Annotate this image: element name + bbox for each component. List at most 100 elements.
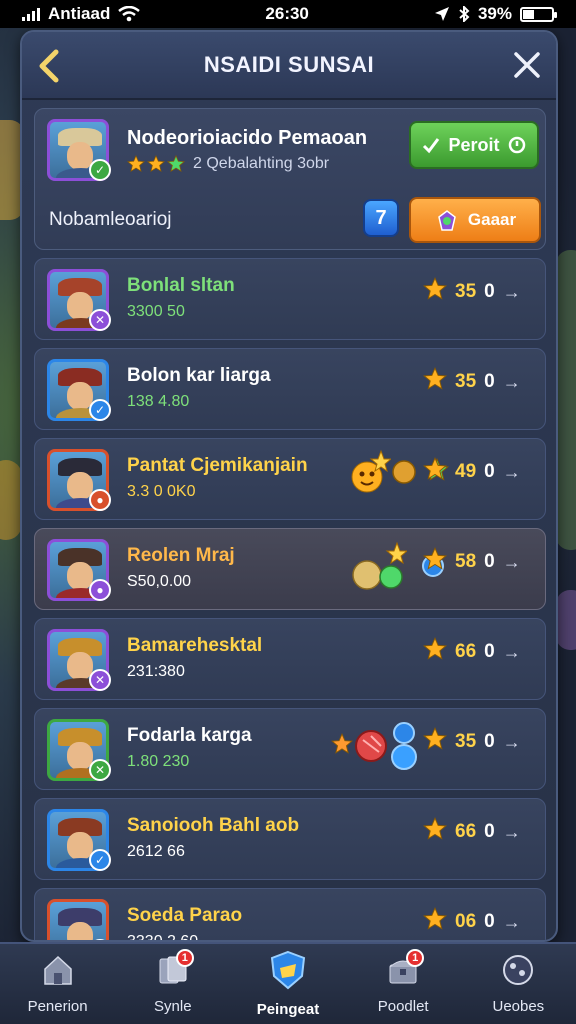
score-value: 35	[455, 731, 477, 752]
score-zero: 0	[484, 911, 495, 932]
player-name: Bolon kar liarga	[127, 365, 271, 386]
nav-label: Synle	[154, 998, 192, 1015]
orange-star-icon	[330, 732, 354, 760]
nav-item-synle[interactable]: 1 Synle	[118, 949, 228, 1015]
arrow-right-icon[interactable]: →	[503, 462, 521, 483]
score-zero: 0	[484, 731, 495, 752]
coin-icon	[392, 460, 416, 484]
clock: 26:30	[265, 4, 309, 23]
arrow-right-icon[interactable]: →	[503, 552, 521, 573]
player-stats: 3330 2.60	[127, 933, 199, 942]
player-stats: 1.80 230	[127, 753, 190, 770]
player-badge-icon: ✕	[89, 309, 111, 331]
star-icon	[422, 726, 448, 757]
leaderboard-row[interactable]: ✕ Bamarehesktal 231:380 66 0 →	[34, 618, 546, 700]
leaderboard-row[interactable]: ✕ Fodarla karga 1.80 230 35 0 →	[34, 708, 546, 790]
player-avatar	[47, 899, 109, 940]
background-coin-left	[0, 460, 22, 540]
leaderboard-row[interactable]: ✓ Bolon kar liarga 138 4.80 35 0 →	[34, 348, 546, 430]
nav-item-penerion[interactable]: Penerion	[3, 953, 113, 1015]
player-badge-icon: ✓	[89, 399, 111, 421]
arrow-right-icon[interactable]: →	[503, 912, 521, 933]
signal-icon	[22, 7, 40, 21]
score-value: 49	[455, 461, 477, 482]
player-score: 06 0 →	[422, 906, 521, 937]
score-zero: 0	[484, 281, 495, 302]
nav-label: Ueobes	[492, 998, 545, 1015]
wifi-icon	[118, 6, 141, 22]
nav-label: Penerion	[27, 998, 88, 1015]
score-zero: 0	[484, 461, 495, 482]
score-value: 66	[455, 641, 477, 662]
profile-card: ✓ Nodeorioiacido Pemaoan 2 Qebalahting 3…	[34, 108, 546, 250]
coin-stack-icon	[352, 541, 407, 590]
player-stats: 138 4.80	[127, 393, 190, 410]
profile-section-label: Nobamleoarioj	[49, 209, 172, 230]
leaderboard-row[interactable]: ✓ Sanoiooh Bahl aob 2612 66 66 0 →	[34, 798, 546, 880]
player-stats: 3300 50	[127, 303, 185, 320]
bottom-navigation: Penerion 1 Synle Peingeat 1 Poodlet Ueobes	[0, 942, 576, 1024]
player-stats: 231:380	[127, 663, 185, 680]
player-stats: 2612 66	[127, 843, 185, 860]
item-rewards	[330, 721, 419, 771]
close-button[interactable]	[512, 50, 542, 80]
timer-icon	[508, 136, 525, 154]
nav-item-ueobes[interactable]: Ueobes	[463, 953, 573, 1015]
number-button-label: 7	[375, 206, 387, 229]
player-badge-icon: ✕	[89, 759, 111, 781]
star-icon	[422, 456, 448, 487]
sapphire-icon	[391, 722, 417, 770]
nav-item-peingeat[interactable]: Peingeat	[233, 950, 343, 1018]
globe-icon	[501, 953, 535, 992]
secondary-action-label: Gaaar	[467, 210, 517, 229]
player-score: 35 0 →	[422, 726, 521, 757]
nav-item-poodlet[interactable]: 1 Poodlet	[348, 949, 458, 1015]
carrier-name: Antiaad	[48, 4, 111, 23]
leaderboard-row[interactable]: ● Pantat Cjemikanjain 3.3 0 0K0 49 0 →	[34, 438, 546, 520]
player-badge-icon: ✕	[89, 669, 111, 691]
battery-percent: 39%	[477, 4, 512, 23]
player-score: 66 0 →	[422, 636, 521, 667]
player-badge-icon: ✓	[89, 849, 111, 871]
primary-action-button[interactable]: Peroit	[409, 121, 539, 169]
back-button[interactable]	[34, 48, 66, 84]
notification-badge: 1	[175, 949, 194, 967]
shield-icon	[268, 950, 308, 995]
player-score: 66 0 →	[422, 816, 521, 847]
leaderboard-row[interactable]: ●Soeda Parao3330 2.60060→	[34, 888, 546, 942]
score-value: 35	[455, 371, 477, 392]
arrow-right-icon[interactable]: →	[503, 822, 521, 843]
number-button[interactable]: 7	[363, 199, 399, 237]
emoji-icon	[351, 449, 391, 493]
score-zero: 0	[484, 551, 495, 572]
background-panel-right	[556, 250, 576, 550]
leaderboard-row[interactable]: ✕ Bonlal sltan 3300 50 35 0 →	[34, 258, 546, 340]
player-badge-icon: ●	[89, 579, 111, 601]
nav-label: Peingeat	[256, 1001, 320, 1018]
ruby-icon	[355, 730, 387, 762]
star-icon	[146, 154, 166, 178]
score-zero: 0	[484, 641, 495, 662]
profile-badge-icon: ✓	[89, 159, 111, 181]
arrow-right-icon[interactable]: →	[503, 642, 521, 663]
star-icon	[126, 154, 146, 178]
notification-badge: 1	[406, 949, 425, 967]
nav-label: Poodlet	[377, 998, 429, 1015]
page-title: NSAIDI SUNSAI	[203, 52, 375, 77]
panel-header: NSAIDI SUNSAI	[22, 32, 556, 100]
arrow-right-icon[interactable]: →	[503, 282, 521, 303]
profile-subtitle: 2 Qebalahting 3obr	[193, 155, 330, 172]
arrow-right-icon[interactable]: →	[503, 372, 521, 393]
primary-action-label: Peroit	[448, 134, 500, 155]
status-bar: Antiaad 26:30 39%	[0, 0, 576, 28]
leaderboard-row[interactable]: ● Reolen Mraj S50,0.00 58 0 →	[34, 528, 546, 610]
house-icon	[41, 953, 75, 992]
score-value: 06	[455, 911, 477, 932]
star-icon	[422, 546, 448, 577]
player-badge-icon: ●	[89, 489, 111, 511]
secondary-action-button[interactable]: Gaaar	[409, 197, 541, 243]
star-icon	[422, 636, 448, 667]
arrow-right-icon[interactable]: →	[503, 732, 521, 753]
battery-icon	[519, 6, 557, 22]
player-name: Pantat Cjemikanjain	[127, 455, 308, 476]
